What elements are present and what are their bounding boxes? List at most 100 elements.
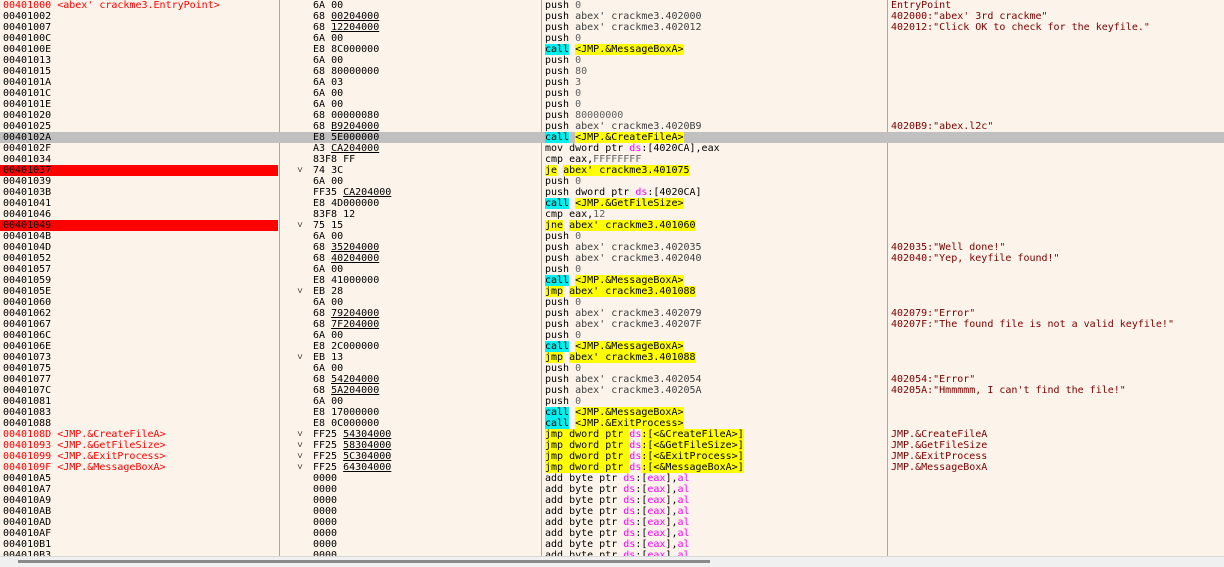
opcode-bytes: E8 5E000000 bbox=[313, 132, 380, 143]
opcode-bytes: E8 17000000 bbox=[313, 407, 380, 418]
disasm-row[interactable]: 00401007 68 12204000 push abex' crackme3.4… bbox=[0, 22, 1224, 33]
address: 00401039 bbox=[3, 176, 52, 187]
disasm-row[interactable]: 004010A9 0000 add byte ptr ds:[eax],al bbox=[0, 495, 1224, 506]
disasm-row[interactable]: 00401077 68 54204000 push abex' crackme3.4… bbox=[0, 374, 1224, 385]
comment-cell bbox=[891, 418, 1224, 429]
opcode-bytes: 83F8 FF bbox=[313, 154, 356, 165]
disasm-row[interactable]: 0040106C 6A 00 push 0 bbox=[0, 330, 1224, 341]
disasm-row[interactable]: 004010AD 0000 add byte ptr ds:[eax],al bbox=[0, 517, 1224, 528]
disasm-row[interactable]: 004010AB 0000 add byte ptr ds:[eax],al bbox=[0, 506, 1224, 517]
disasm-row[interactable]: 00401015 68 80000000 push 80 bbox=[0, 66, 1224, 77]
disasm-row[interactable]: 0040103B FF35 CA204000 push dword ptr ds:[… bbox=[0, 187, 1224, 198]
disasm-row[interactable]: 00401002 68 00204000 push abex' crackme3.4… bbox=[0, 11, 1224, 22]
opcode-bytes: 6A 00 bbox=[313, 88, 344, 99]
disassembly-cell: add byte ptr ds:[eax],al bbox=[545, 484, 690, 495]
disasm-row[interactable]: 00401000 <abex' crackme3.EntryPoint> 6A 0… bbox=[0, 0, 1224, 11]
address-cell: 00401025 bbox=[0, 121, 278, 132]
opcode-bytes: E8 0C000000 bbox=[313, 418, 380, 429]
disasm-row[interactable]: 0040104B 6A 00 push 0 bbox=[0, 231, 1224, 242]
disassembly-cell: push 0 bbox=[545, 176, 582, 187]
disasm-row[interactable]: 0040108D <JMP.&CreateFileA> ˅ FF25 5430400… bbox=[0, 429, 1224, 440]
bytes-cell: 0000 bbox=[282, 506, 538, 517]
opcode-bytes: FF25 54304000 bbox=[313, 429, 392, 440]
opcode-bytes: FF25 58304000 bbox=[313, 440, 392, 451]
address-cell: 00401073 bbox=[0, 352, 278, 363]
jump-arrow-icon: ˅ bbox=[297, 352, 304, 363]
opcode-bytes: 6A 00 bbox=[313, 33, 344, 44]
jump-arrow-icon: ˅ bbox=[297, 429, 304, 440]
disasm-row[interactable]: 0040109F <JMP.&MessageBoxA> ˅ FF25 6430400… bbox=[0, 462, 1224, 473]
address: 00401073 bbox=[3, 352, 52, 363]
opcode-bytes: 68 80000000 bbox=[313, 66, 380, 77]
disasm-row[interactable]: 0040107C 68 5A204000 push abex' crackme3.4… bbox=[0, 385, 1224, 396]
disasm-row[interactable]: 00401039 6A 00 push 0 bbox=[0, 176, 1224, 187]
address: 00401093 <JMP.&GetFileSize> bbox=[3, 440, 166, 451]
scrollbar-thumb[interactable] bbox=[18, 560, 710, 563]
disasm-row[interactable]: 00401025 68 B9204000 push abex' crackme3.4… bbox=[0, 121, 1224, 132]
disasm-row[interactable]: 0040101A 6A 03 push 3 bbox=[0, 77, 1224, 88]
address: 00401067 bbox=[3, 319, 52, 330]
disasm-row[interactable]: 00401049 ˅ 75 15 jne abex' crackme3.401060 bbox=[0, 220, 1224, 231]
address: 004010A5 bbox=[3, 473, 52, 484]
horizontal-scrollbar[interactable] bbox=[0, 556, 1224, 567]
disasm-row[interactable]: 00401057 6A 00 push 0 bbox=[0, 264, 1224, 275]
comment-cell bbox=[891, 187, 1224, 198]
address-cell: 00401088 bbox=[0, 418, 278, 429]
opcode-bytes: 0000 bbox=[313, 484, 338, 495]
address-cell: 00401039 bbox=[0, 176, 278, 187]
bytes-cell: ˅ FF25 54304000 bbox=[282, 429, 538, 440]
address-cell: 00401037 bbox=[0, 165, 278, 176]
disassembly-cell: jmp dword ptr ds:[<&CreateFileA>] bbox=[545, 429, 744, 440]
disasm-row[interactable]: 0040105E ˅ EB 28 jmp abex' crackme3.401088 bbox=[0, 286, 1224, 297]
address-cell: 004010AB bbox=[0, 506, 278, 517]
disasm-row[interactable]: 004010A5 0000 add byte ptr ds:[eax],al bbox=[0, 473, 1224, 484]
address-cell: 00401041 bbox=[0, 198, 278, 209]
bytes-cell: 6A 00 bbox=[282, 330, 538, 341]
disasm-row[interactable]: 00401062 68 79204000 push abex' crackme3.4… bbox=[0, 308, 1224, 319]
disasm-row[interactable]: 0040100E E8 8C000000 call <JMP.&MessageBox… bbox=[0, 44, 1224, 55]
disasm-row[interactable]: 00401088 E8 0C000000 call <JMP.&ExitProces… bbox=[0, 418, 1224, 429]
disasm-row[interactable]: 00401081 6A 00 push 0 bbox=[0, 396, 1224, 407]
disassembly-cell: add byte ptr ds:[eax],al bbox=[545, 517, 690, 528]
comment-cell bbox=[891, 286, 1224, 297]
disasm-row[interactable]: 00401013 6A 00 push 0 bbox=[0, 55, 1224, 66]
disasm-row[interactable]: 00401041 E8 4D000000 call <JMP.&GetFileSiz… bbox=[0, 198, 1224, 209]
bytes-cell: 68 80000000 bbox=[282, 66, 538, 77]
disasm-row[interactable]: 00401083 E8 17000000 call <JMP.&MessageBox… bbox=[0, 407, 1224, 418]
comment-cell bbox=[891, 506, 1224, 517]
disasm-row[interactable]: 00401052 68 40204000 push abex' crackme3.4… bbox=[0, 253, 1224, 264]
jump-arrow-icon: ˅ bbox=[297, 220, 304, 231]
address: 00401077 bbox=[3, 374, 52, 385]
disasm-row[interactable]: 0040102A E8 5E000000 call <JMP.&CreateFile… bbox=[0, 132, 1224, 143]
address-cell: 00401075 bbox=[0, 363, 278, 374]
bytes-cell: E8 2C000000 bbox=[282, 341, 538, 352]
disasm-row[interactable]: 004010B1 0000 add byte ptr ds:[eax],al bbox=[0, 539, 1224, 550]
disasm-row[interactable]: 00401020 68 00000080 push 80000000 bbox=[0, 110, 1224, 121]
disasm-row[interactable]: 00401075 6A 00 push 0 bbox=[0, 363, 1224, 374]
address: 00401052 bbox=[3, 253, 52, 264]
bytes-cell: ˅ EB 28 bbox=[282, 286, 538, 297]
address-cell: 00401015 bbox=[0, 66, 278, 77]
disasm-row[interactable]: 00401099 <JMP.&ExitProcess> ˅ FF25 5C30400… bbox=[0, 451, 1224, 462]
disasm-row[interactable]: 00401093 <JMP.&GetFileSize> ˅ FF25 5830400… bbox=[0, 440, 1224, 451]
disasm-row[interactable]: 00401060 6A 00 push 0 bbox=[0, 297, 1224, 308]
disasm-row[interactable]: 0040101C 6A 00 push 0 bbox=[0, 88, 1224, 99]
disasm-row[interactable]: 00401073 ˅ EB 13 jmp abex' crackme3.401088 bbox=[0, 352, 1224, 363]
disasm-row[interactable]: 0040101E 6A 00 push 0 bbox=[0, 99, 1224, 110]
disasm-row[interactable]: 0040106E E8 2C000000 call <JMP.&MessageBox… bbox=[0, 341, 1224, 352]
disasm-row[interactable]: 0040100C 6A 00 push 0 bbox=[0, 33, 1224, 44]
disasm-row[interactable]: 00401059 E8 41000000 call <JMP.&MessageBox… bbox=[0, 275, 1224, 286]
address: 004010B1 bbox=[3, 539, 52, 550]
disasm-row[interactable]: 0040104D 68 35204000 push abex' crackme3.4… bbox=[0, 242, 1224, 253]
disasm-row[interactable]: 004010AF 0000 add byte ptr ds:[eax],al bbox=[0, 528, 1224, 539]
disasm-row[interactable]: 0040102F A3 CA204000 mov dword ptr ds:[402… bbox=[0, 143, 1224, 154]
bytes-cell: 6A 00 bbox=[282, 99, 538, 110]
bytes-cell: 0000 bbox=[282, 484, 538, 495]
disassembly-view[interactable]: 00401000 <abex' crackme3.EntryPoint> 6A 0… bbox=[0, 0, 1224, 556]
disasm-row[interactable]: 00401034 83F8 FF cmp eax,FFFFFFFF bbox=[0, 154, 1224, 165]
disasm-row[interactable]: 00401067 68 7F204000 push abex' crackme3.4… bbox=[0, 319, 1224, 330]
disasm-row[interactable]: 004010A7 0000 add byte ptr ds:[eax],al bbox=[0, 484, 1224, 495]
disasm-row[interactable]: 00401037 ˅ 74 3C je abex' crackme3.401075 bbox=[0, 165, 1224, 176]
disasm-row[interactable]: 00401046 83F8 12 cmp eax,12 bbox=[0, 209, 1224, 220]
disassembly-cell: push 0 bbox=[545, 363, 582, 374]
